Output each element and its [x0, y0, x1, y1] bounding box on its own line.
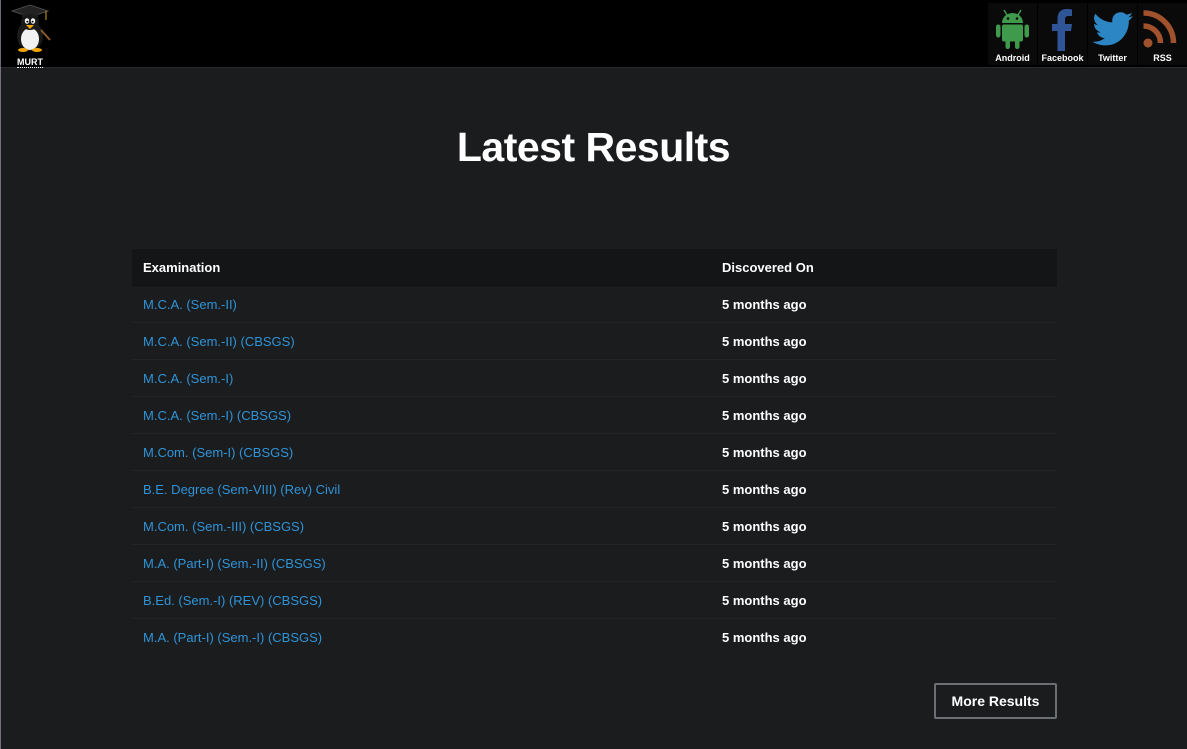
exam-link[interactable]: M.C.A. (Sem.-II) (CBSGS)	[143, 334, 295, 349]
left-edge	[0, 0, 1, 749]
table-row: M.A. (Part-I) (Sem.-II) (CBSGS) 5 months…	[132, 544, 1057, 582]
discovered-time: 5 months ago	[722, 629, 807, 645]
results-table: Examination Discovered On M.C.A. (Sem.-I…	[132, 249, 1057, 655]
exam-link[interactable]: M.C.A. (Sem.-I) (CBSGS)	[143, 408, 291, 423]
discovered-time: 5 months ago	[722, 407, 807, 423]
table-row: M.Com. (Sem.-III) (CBSGS) 5 months ago	[132, 507, 1057, 545]
facebook-label: Facebook	[1041, 53, 1084, 63]
discovered-time: 5 months ago	[722, 370, 807, 386]
column-header-discovered-on: Discovered On	[711, 249, 1057, 286]
android-label: Android	[995, 53, 1030, 63]
facebook-link[interactable]: Facebook	[1038, 3, 1087, 65]
exam-link[interactable]: M.A. (Part-I) (Sem.-I) (CBSGS)	[143, 630, 322, 645]
table-row: M.C.A. (Sem.-II) (CBSGS) 5 months ago	[132, 322, 1057, 360]
exam-link[interactable]: M.A. (Part-I) (Sem.-II) (CBSGS)	[143, 556, 326, 571]
top-bar: MURT Android Facebook Twitter RSS	[0, 0, 1187, 68]
rss-icon	[1143, 10, 1177, 48]
discovered-time: 5 months ago	[722, 592, 807, 608]
logo-label: MURT	[17, 57, 43, 68]
discovered-time: 5 months ago	[722, 333, 807, 349]
table-row: B.Ed. (Sem.-I) (REV) (CBSGS) 5 months ag…	[132, 581, 1057, 619]
table-row: M.A. (Part-I) (Sem.-I) (CBSGS) 5 months …	[132, 619, 1057, 656]
rss-label: RSS	[1153, 53, 1172, 63]
social-links: Android Facebook Twitter RSS	[987, 3, 1187, 65]
discovered-time: 5 months ago	[722, 518, 807, 534]
site-logo[interactable]: MURT	[6, 4, 54, 68]
discovered-time: 5 months ago	[722, 555, 807, 571]
exam-link[interactable]: B.Ed. (Sem.-I) (REV) (CBSGS)	[143, 593, 322, 608]
discovered-time: 5 months ago	[722, 296, 807, 312]
table-row: M.C.A. (Sem.-I) 5 months ago	[132, 359, 1057, 397]
page-title: Latest Results	[456, 124, 731, 170]
exam-link[interactable]: M.C.A. (Sem.-II)	[143, 297, 237, 312]
discovered-time: 5 months ago	[722, 444, 807, 460]
table-row: B.E. Degree (Sem-VIII) (Rev) Civil 5 mon…	[132, 470, 1057, 508]
twitter-label: Twitter	[1098, 53, 1127, 63]
exam-link[interactable]: M.Com. (Sem-I) (CBSGS)	[143, 445, 293, 460]
penguin-icon	[10, 4, 51, 52]
twitter-icon	[1092, 12, 1133, 46]
android-icon	[996, 9, 1029, 49]
facebook-icon	[1052, 9, 1072, 51]
table-header-row: Examination Discovered On	[132, 249, 1057, 286]
exam-link[interactable]: M.C.A. (Sem.-I)	[143, 371, 233, 386]
exam-link[interactable]: B.E. Degree (Sem-VIII) (Rev) Civil	[143, 482, 340, 497]
exam-link[interactable]: M.Com. (Sem.-III) (CBSGS)	[143, 519, 304, 534]
twitter-link[interactable]: Twitter	[1088, 3, 1137, 65]
table-row: M.C.A. (Sem.-I) (CBSGS) 5 months ago	[132, 396, 1057, 434]
table-row: M.Com. (Sem-I) (CBSGS) 5 months ago	[132, 433, 1057, 471]
column-header-examination: Examination	[132, 249, 711, 286]
rss-link[interactable]: RSS	[1138, 3, 1187, 65]
more-results-button[interactable]: More Results	[934, 683, 1057, 719]
android-link[interactable]: Android	[988, 3, 1037, 65]
discovered-time: 5 months ago	[722, 481, 807, 497]
table-row: M.C.A. (Sem.-II) 5 months ago	[132, 285, 1057, 323]
